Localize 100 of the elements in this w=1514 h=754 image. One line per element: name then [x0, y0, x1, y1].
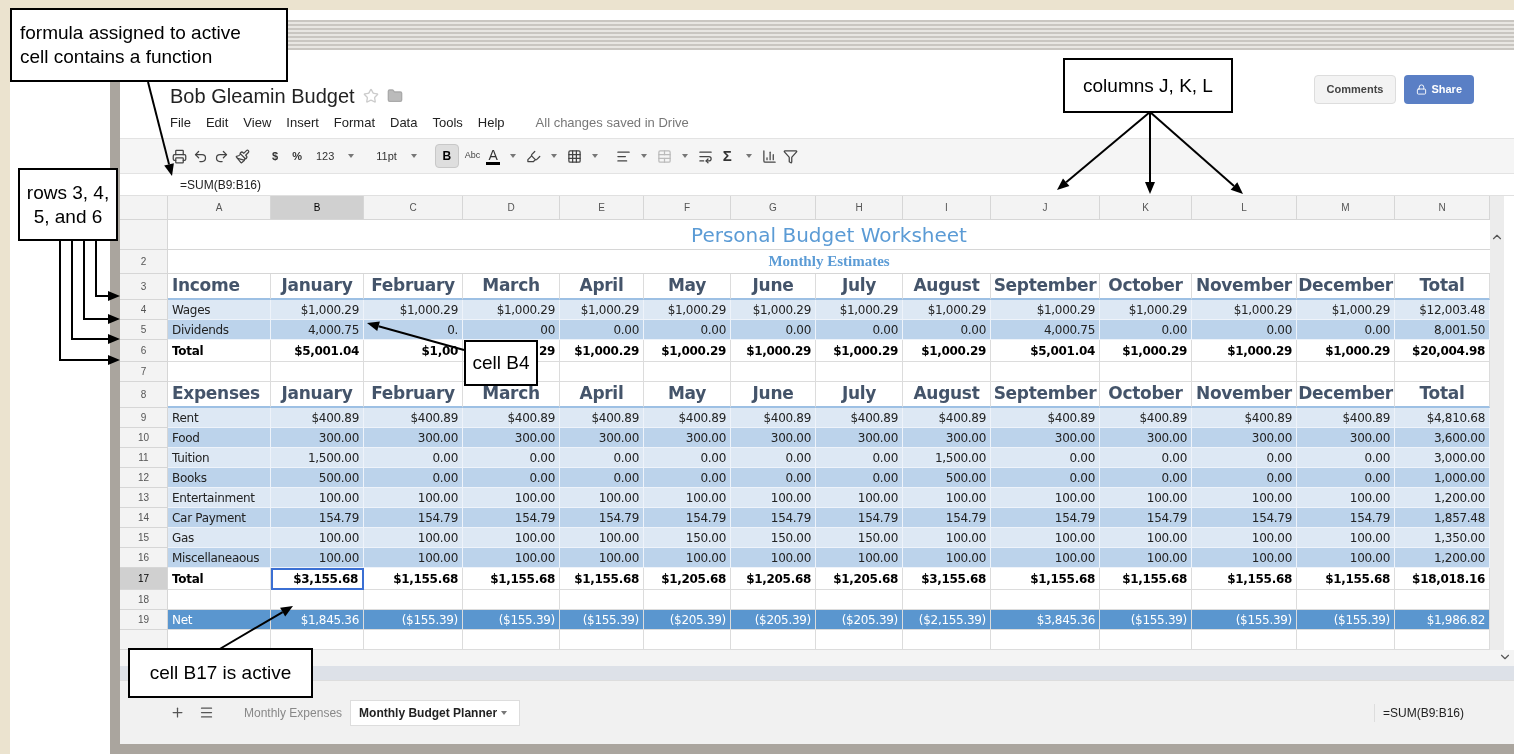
table-cell: February — [364, 382, 463, 408]
table-cell: 154.79 — [364, 508, 463, 528]
row-header[interactable]: 9 — [120, 408, 168, 428]
menu-item[interactable]: Format — [333, 113, 375, 133]
row-header[interactable]: 3 — [120, 274, 168, 300]
column-header[interactable]: J — [991, 196, 1100, 220]
row-header[interactable]: 8 — [120, 382, 168, 408]
column-header[interactable]: M — [1297, 196, 1395, 220]
redo-icon[interactable] — [214, 148, 229, 164]
formula-text[interactable]: =SUM(B9:B16) — [180, 175, 262, 194]
row-header[interactable]: 16 — [120, 548, 168, 568]
wrap-icon[interactable] — [697, 148, 713, 164]
menu-item[interactable]: Insert — [286, 113, 319, 133]
table-cell: 0.00 — [463, 448, 560, 468]
table-cell: $20,004.98 — [1395, 340, 1490, 362]
row-header[interactable]: 2 — [120, 250, 168, 274]
table-cell: 1,200.00 — [1395, 488, 1490, 508]
print-icon[interactable] — [172, 148, 187, 164]
column-header[interactable]: I — [903, 196, 991, 220]
table-cell: May — [644, 274, 731, 300]
sheet-subtitle: Monthly Estimates — [768, 252, 890, 272]
scrollbar[interactable] — [1490, 196, 1504, 650]
sheet-tab[interactable]: Monthly Budget Planner — [350, 699, 521, 726]
document-title[interactable]: Bob Gleamin Budget — [170, 81, 355, 111]
borders-icon[interactable] — [566, 148, 582, 164]
row-header[interactable]: 6 — [120, 340, 168, 362]
table-cell: $400.89 — [644, 408, 731, 428]
table-cell: 154.79 — [560, 508, 644, 528]
column-header[interactable]: H — [816, 196, 903, 220]
row-header[interactable]: 7 — [120, 362, 168, 382]
filter-icon[interactable] — [782, 148, 798, 164]
table-cell: 100.00 — [560, 548, 644, 568]
chart-icon[interactable] — [761, 148, 777, 164]
percent-button[interactable]: % — [288, 147, 306, 165]
column-header[interactable]: B — [271, 196, 364, 220]
row-header[interactable]: 13 — [120, 488, 168, 508]
column-header[interactable]: A — [168, 196, 271, 220]
paint-format-icon[interactable] — [235, 148, 250, 164]
row-header[interactable]: 5 — [120, 320, 168, 340]
sheet-list-icon[interactable] — [199, 705, 214, 720]
row-header[interactable] — [120, 630, 168, 650]
strikethrough-button[interactable]: Abc — [464, 149, 481, 163]
menu-item[interactable]: View — [243, 113, 272, 133]
table-cell: 100.00 — [991, 488, 1100, 508]
row-header[interactable]: 17 — [120, 568, 168, 590]
column-header[interactable]: N — [1395, 196, 1490, 220]
column-header[interactable]: G — [731, 196, 816, 220]
row-header[interactable]: 11 — [120, 448, 168, 468]
table-cell: $12,003.48 — [1395, 300, 1490, 320]
menu-item[interactable]: File — [170, 113, 191, 133]
table-cell: Dividends — [168, 320, 271, 340]
column-header[interactable]: E — [560, 196, 644, 220]
fill-color-icon[interactable] — [525, 148, 541, 164]
menu-item[interactable]: Help — [477, 113, 505, 133]
callout: cell B4 — [464, 340, 538, 386]
table-cell: 100.00 — [1100, 528, 1192, 548]
column-header[interactable]: K — [1100, 196, 1192, 220]
functions-button[interactable]: Σ — [718, 144, 736, 168]
menu-item[interactable]: Edit — [205, 113, 229, 133]
row-header[interactable]: 12 — [120, 468, 168, 488]
table-cell: 100.00 — [1100, 548, 1192, 568]
column-header[interactable]: L — [1192, 196, 1297, 220]
comments-button[interactable]: Comments — [1313, 75, 1397, 104]
table-cell: 100.00 — [1192, 548, 1297, 568]
caret-icon — [509, 154, 516, 158]
row-header[interactable]: 18 — [120, 590, 168, 610]
table-cell: 100.00 — [816, 488, 903, 508]
table-cell: 100.00 — [364, 528, 463, 548]
row-header[interactable]: 14 — [120, 508, 168, 528]
table-cell: 0.00 — [1297, 448, 1395, 468]
table-cell: $1,000.29 — [364, 300, 463, 320]
row-header[interactable]: 15 — [120, 528, 168, 548]
menu-item[interactable]: Tools — [432, 113, 463, 133]
add-sheet-icon[interactable] — [170, 705, 185, 720]
star-icon[interactable] — [362, 88, 379, 104]
table-cell: $1,155.68 — [364, 568, 463, 590]
column-header[interactable]: F — [644, 196, 731, 220]
menu-item[interactable]: Data — [390, 113, 418, 133]
row-header[interactable]: 4 — [120, 300, 168, 320]
table-cell: 100.00 — [271, 548, 364, 568]
table-cell: $1,205.68 — [644, 568, 731, 590]
align-icon[interactable] — [615, 148, 631, 164]
share-button[interactable]: Share — [1404, 75, 1474, 104]
bold-button[interactable]: B — [434, 144, 459, 168]
table-cell: $400.89 — [364, 408, 463, 428]
column-header[interactable]: D — [463, 196, 560, 220]
text-color-button[interactable]: A — [486, 147, 500, 165]
row-header[interactable]: 10 — [120, 428, 168, 448]
table-cell: May — [644, 382, 731, 408]
undo-icon[interactable] — [193, 148, 208, 164]
table-cell: 1,500.00 — [271, 448, 364, 468]
table-cell: October — [1100, 274, 1192, 300]
number-format-button[interactable]: 123 — [311, 147, 339, 165]
horizontal-scrollbar[interactable] — [120, 666, 1514, 680]
font-size-button[interactable]: 11pt — [372, 147, 401, 165]
column-header[interactable]: C — [364, 196, 463, 220]
currency-button[interactable]: $ — [268, 147, 283, 165]
table-cell: 100.00 — [903, 528, 991, 548]
table-cell: 100.00 — [644, 488, 731, 508]
row-header[interactable]: 19 — [120, 610, 168, 630]
